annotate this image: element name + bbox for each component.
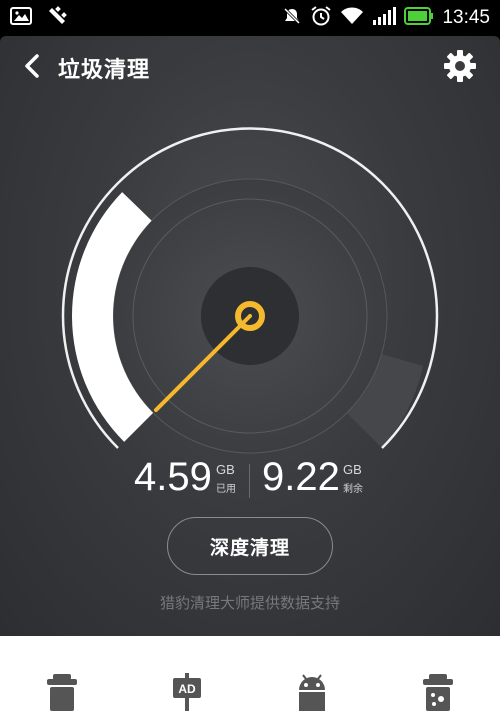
nav-junk-clean[interactable] [42,672,82,711]
nav-cache-clean[interactable] [418,672,458,711]
remaining-unit: GB [343,462,362,477]
junk-clean-panel: 垃圾清理 4.59 GB 已用 9.22 GB 剩余 深度清理 猎豹清理大师提供… [0,36,500,636]
signal-icon [372,6,397,30]
used-label: 已用 [216,484,236,495]
used-unit: GB [216,462,235,477]
svg-text:AD: AD [178,682,196,696]
status-bar: 13:45 [0,0,500,36]
mute-icon [282,6,302,30]
nav-ad-block[interactable]: AD [167,672,207,711]
stats-divider [249,464,250,498]
nav-app-manager[interactable] [292,672,332,711]
battery-icon [404,6,434,30]
remaining-label: 剩余 [343,484,363,495]
deep-clean-button[interactable]: 深度清理 [167,517,333,575]
android-icon [294,672,330,711]
alarm-icon [310,5,332,31]
trash-icon [44,672,80,711]
storage-stats: 4.59 GB 已用 9.22 GB 剩余 [0,454,500,504]
wifi-icon [340,6,364,30]
remaining-value: 9.22 [262,455,340,499]
image-icon [10,7,32,29]
data-source-note: 猎豹清理大师提供数据支持 [159,594,340,612]
clock: 13:45 [442,7,490,28]
used-value: 4.59 [134,455,212,499]
ad-sign-icon: AD [169,672,205,711]
bottom-nav: AD [0,636,500,711]
app-cache-icon [420,672,456,711]
usb-icon [46,5,68,31]
